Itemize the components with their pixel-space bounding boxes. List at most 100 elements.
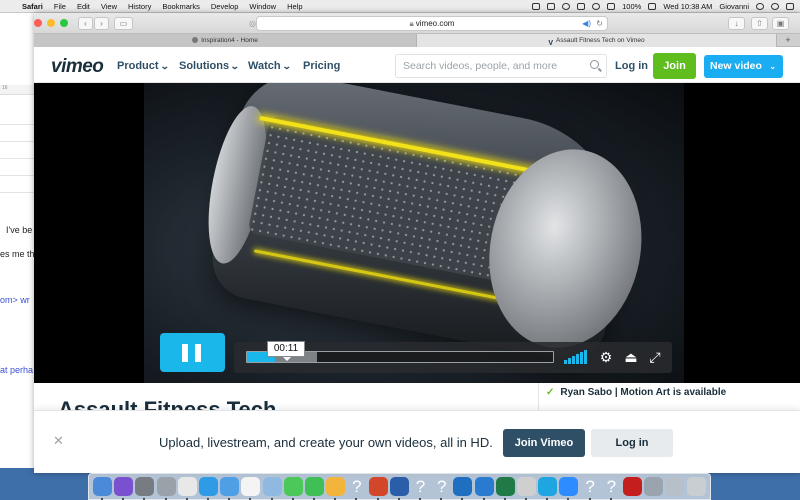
minimize-window-button[interactable] — [47, 19, 55, 27]
share-icon[interactable]: ⇧ — [751, 17, 768, 30]
search-icon[interactable] — [756, 3, 764, 10]
notification-center-icon[interactable] — [786, 3, 794, 10]
tab-overview-icon[interactable]: ▣ — [772, 17, 789, 30]
check-icon: ✓ — [546, 387, 555, 398]
vimeo-logo[interactable]: vimeo — [51, 56, 104, 78]
menu-help[interactable]: Help — [287, 2, 302, 11]
pause-button[interactable] — [160, 333, 225, 372]
word-icon[interactable] — [389, 477, 409, 496]
onedrive-icon[interactable] — [474, 477, 494, 496]
launchpad-icon[interactable] — [156, 477, 176, 496]
menu-window[interactable]: Window — [249, 2, 276, 11]
photos-icon[interactable] — [326, 477, 346, 496]
downloads-icon[interactable]: ↓ — [728, 17, 745, 30]
address-bar[interactable]: ◎ 🔒︎ vimeo.com ◀︎) ↻ — [249, 16, 608, 31]
nav-solutions[interactable]: Solutions⌄ — [179, 60, 240, 72]
unknown-app-icon[interactable]: ? — [347, 477, 366, 496]
document-text-line: I've be — [6, 225, 33, 235]
back-button[interactable]: ‹ — [78, 17, 93, 30]
downloads-stack-icon[interactable] — [665, 477, 685, 496]
login-link[interactable]: Log in — [615, 60, 648, 72]
finder-icon[interactable] — [93, 477, 112, 496]
close-icon[interactable]: ✕ — [53, 433, 64, 449]
nav-product[interactable]: Product⌄ — [117, 60, 169, 72]
pause-icon — [182, 344, 188, 362]
tab-vimeo[interactable]: V Assault Fitness Tech on Vimeo — [417, 34, 777, 47]
zoom-window-button[interactable] — [60, 19, 68, 27]
mail-icon[interactable] — [220, 477, 240, 496]
menu-view[interactable]: View — [101, 2, 117, 11]
tab-label: Assault Fitness Tech on Vimeo — [556, 37, 645, 44]
unknown-app-icon[interactable]: ? — [411, 477, 430, 496]
fullscreen-icon[interactable]: ⤢ — [647, 349, 663, 365]
unknown-app-icon[interactable]: ? — [432, 477, 451, 496]
clock[interactable]: Wed 10:38 AM — [663, 2, 712, 11]
new-tab-button[interactable]: + — [777, 34, 799, 46]
volume-level-bar — [572, 356, 575, 364]
airplay-icon[interactable]: ⏏ — [623, 349, 639, 365]
tab-inspiration4[interactable]: Inspiration4 - Home — [34, 34, 417, 47]
time-machine-icon[interactable] — [562, 3, 571, 10]
app-tray-icon[interactable] — [547, 3, 556, 10]
forward-button[interactable]: › — [94, 17, 109, 30]
menu-bookmarks[interactable]: Bookmarks — [162, 2, 200, 11]
join-vimeo-button[interactable]: Join Vimeo — [503, 429, 585, 457]
airplay-icon[interactable] — [577, 3, 586, 10]
globe-icon: ◎ — [249, 19, 256, 28]
search-icon[interactable] — [590, 60, 599, 69]
preview-icon[interactable] — [262, 477, 282, 496]
script-editor-icon[interactable] — [517, 477, 536, 496]
volume-icon[interactable] — [564, 350, 590, 364]
calendar-icon[interactable] — [241, 477, 261, 496]
zoom-icon[interactable] — [559, 477, 579, 496]
volume-icon[interactable] — [607, 3, 616, 10]
sidebar-toggle-icon[interactable]: ▭ — [114, 17, 133, 30]
battery-icon[interactable] — [648, 3, 657, 10]
nav-pricing[interactable]: Pricing — [303, 60, 340, 72]
banner-login-button[interactable]: Log in — [591, 429, 673, 457]
unknown-app-icon[interactable]: ? — [602, 477, 621, 496]
excel-icon[interactable] — [495, 477, 515, 496]
reload-icon[interactable]: ↻ — [596, 17, 603, 30]
trash-icon[interactable] — [686, 477, 706, 496]
chrome-icon[interactable] — [177, 477, 197, 496]
siri-icon[interactable] — [114, 477, 134, 496]
acrobat-icon[interactable] — [623, 477, 642, 496]
document-link-line[interactable]: at perha — [0, 365, 33, 375]
messages-icon[interactable] — [283, 477, 303, 496]
close-window-button[interactable] — [34, 19, 42, 27]
nav-watch[interactable]: Watch⌄ — [248, 60, 291, 72]
lock-icon: 🔒︎ — [409, 19, 414, 28]
settings-gear-icon[interactable]: ⚙ — [598, 349, 614, 365]
new-video-button[interactable]: New video ⌄ — [704, 55, 783, 78]
menu-develop[interactable]: Develop — [211, 2, 239, 11]
skype-icon[interactable] — [538, 477, 558, 496]
join-button[interactable]: Join — [653, 53, 696, 79]
tab-audio-icon[interactable]: ◀︎) — [582, 17, 591, 30]
menu-history[interactable]: History — [128, 2, 151, 11]
new-video-label: New video — [710, 60, 762, 72]
progress-bar[interactable]: 00:11 — [246, 341, 554, 363]
system-preferences-icon[interactable] — [135, 477, 155, 496]
unknown-app-icon[interactable]: ? — [581, 477, 600, 496]
availability-text: Ryan Sabo | Motion Art is available — [560, 387, 727, 398]
menu-file[interactable]: File — [54, 2, 66, 11]
search-input[interactable] — [403, 55, 588, 77]
dropbox-icon[interactable] — [532, 3, 541, 10]
wifi-icon[interactable] — [592, 3, 601, 10]
safari-icon[interactable] — [199, 477, 218, 496]
image-capture-icon[interactable] — [644, 477, 664, 496]
menu-edit[interactable]: Edit — [77, 2, 90, 11]
powerpoint-icon[interactable] — [368, 477, 388, 496]
user-name[interactable]: Giovanni — [719, 2, 749, 11]
menu-safari[interactable]: Safari — [22, 2, 43, 11]
siri-icon[interactable] — [771, 3, 779, 10]
facetime-icon[interactable] — [305, 477, 324, 496]
vimeo-header: vimeo Product⌄ Solutions⌄ Watch⌄ Pricing… — [34, 49, 800, 83]
document-link-line[interactable]: om> wr — [0, 295, 30, 305]
banner-message: Upload, livestream, and create your own … — [159, 435, 493, 450]
chevron-down-icon: ⌄ — [229, 61, 240, 71]
outlook-icon[interactable] — [453, 477, 473, 496]
divider — [538, 383, 539, 413]
video-player[interactable]: 00:11 ⚙ ⏏ ⤢ — [34, 83, 800, 383]
